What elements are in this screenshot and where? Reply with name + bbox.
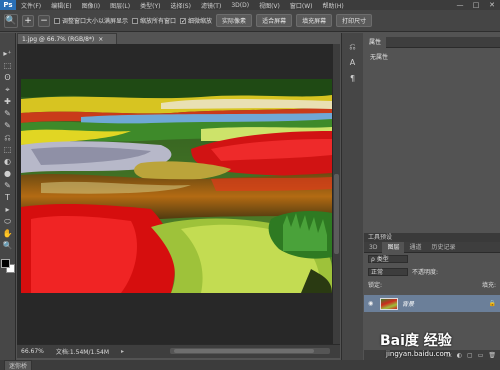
hand-tool-icon[interactable]: ✋ [2,229,14,239]
menu-3d[interactable]: 3D(D) [226,2,254,9]
tab-properties[interactable]: 属性 [364,36,387,48]
quick-select-tool-icon[interactable]: ⌖ [2,85,14,95]
bottom-panel-bar: 迷你桥 [0,359,500,370]
checkbox-icon[interactable] [54,17,60,24]
menu-filter[interactable]: 滤镜(T) [196,1,226,10]
document-size-info: 文档:1.54M/1.54M [55,349,110,356]
menu-view[interactable]: 视图(V) [254,1,285,10]
no-properties-text: 无属性 [370,54,389,61]
zoom-in-icon[interactable]: + [22,14,34,27]
vertical-scrollbar[interactable] [333,44,340,344]
history-panel-icon[interactable]: ⎌ [346,41,360,53]
menu-layer[interactable]: 图层(L) [105,1,135,10]
menu-file[interactable]: 文件(F) [16,1,46,10]
zoom-all-windows-checkbox[interactable]: 缩放所有窗口 [132,16,176,25]
scrollbar-thumb[interactable] [174,349,314,353]
tab-3d[interactable]: 3D [364,242,382,253]
paragraph-panel-icon[interactable]: ¶ [346,73,360,85]
pen-tool-icon[interactable]: ✎ [2,181,14,191]
scrubby-zoom-checkbox[interactable]: ✓ 细微缩放 [180,16,212,25]
shape-tool-icon[interactable]: ⬭ [2,217,14,227]
properties-panel: 属性 无属性 [364,36,500,193]
character-panel-icon[interactable]: A [346,57,360,69]
flower-garden-photo [21,79,332,293]
minimize-icon[interactable]: — [452,0,468,10]
menu-image[interactable]: 图像(I) [77,1,105,10]
brush-tool-icon[interactable]: ⎌ [2,133,14,143]
actual-pixels-button[interactable]: 实际像素 [216,14,253,27]
layer-background[interactable]: ◉ 背景 🔒 [364,295,500,312]
right-panels: 属性 无属性 工具预设 3D 图层 通道 历史记录 ρ 类型 正常 不透明度: … [364,33,500,360]
clone-stamp-tool-icon[interactable]: ⬚ [2,145,14,155]
zoom-level[interactable]: 66.67% [21,348,44,355]
close-tab-icon[interactable]: × [98,36,103,43]
foreground-color-swatch[interactable] [0,259,10,268]
type-tool-icon[interactable]: T [2,193,14,203]
document-image[interactable] [21,79,332,293]
scrollbar-thumb[interactable] [334,174,339,254]
watermark-brand: Bai度 经验 [380,333,452,349]
eyedropper-tool-icon[interactable]: ✎ [2,109,14,119]
document-tab[interactable]: 1.jpg @ 66.7% (RGB/8*) × [17,33,117,44]
marquee-tool-icon[interactable]: ⬚ [2,61,14,71]
layers-tab-bar: 3D 图层 通道 历史记录 [364,241,500,253]
collapsed-panel-strip: ⎌ A ¶ [341,33,363,360]
watermark-url: jingyan.baidu.com [386,350,451,358]
resize-windows-checkbox[interactable]: 调整窗口大小以满屏显示 [54,16,128,25]
layer-name: 背景 [402,301,415,308]
healing-brush-tool-icon[interactable]: ✎ [2,121,14,131]
layer-kind-filter[interactable]: ρ 类型 [368,255,408,263]
menu-type[interactable]: 类型(Y) [135,1,165,10]
tab-channels[interactable]: 通道 [404,242,426,253]
blend-mode-select[interactable]: 正常 [368,267,408,276]
menu-bar: Ps 文件(F) 编辑(E) 图像(I) 图层(L) 类型(Y) 选择(S) 滤… [0,0,500,10]
path-select-tool-icon[interactable]: ▸ [2,205,14,215]
options-bar: 🔍 + − 调整窗口大小以满屏显示 缩放所有窗口 ✓ 细微缩放 实际像素 适合屏… [0,10,500,32]
photoshop-logo-icon: Ps [0,0,16,10]
lock-label: 锁定: [368,282,383,289]
layer-thumbnail [380,297,398,310]
close-icon[interactable]: ✕ [484,0,500,10]
checkmark-icon[interactable]: ✓ [180,17,186,24]
tab-layers[interactable]: 图层 [382,241,405,253]
document-tab-title: 1.jpg @ 66.7% (RGB/8*) [22,35,95,43]
history-brush-tool-icon[interactable]: ◐ [2,157,14,167]
zoom-tool-icon[interactable]: 🔍 [2,241,14,251]
move-tool-icon[interactable]: ▸⁺ [2,49,14,59]
menu-help[interactable]: 帮助(H) [318,1,349,10]
fill-label: 填充: [481,282,496,289]
menu-select[interactable]: 选择(S) [165,1,196,10]
visibility-eye-icon[interactable]: ◉ [368,300,376,307]
maximize-icon[interactable]: □ [468,0,484,10]
tab-history[interactable]: 历史记录 [426,242,460,253]
zoom-out-icon[interactable]: − [38,14,50,27]
menu-window[interactable]: 窗口(W) [285,1,318,10]
tools-panel: ▸⁺ ⬚ ʘ ⌖ ✚ ✎ ✎ ⎌ ⬚ ◐ ● ✎ T ▸ ⬭ ✋ 🔍 [0,33,16,361]
crop-tool-icon[interactable]: ✚ [2,97,14,107]
eraser-tool-icon[interactable]: ● [2,169,14,179]
color-swatches[interactable] [0,259,15,273]
status-menu-arrow-icon[interactable]: ▸ [121,348,124,355]
baidu-jingyan-watermark: Bai度 经验 jingyan.baidu.com [380,330,498,360]
print-size-button[interactable]: 打印尺寸 [336,14,373,27]
fit-screen-button[interactable]: 适合屏幕 [256,14,293,27]
zoom-tool-preset-icon[interactable]: 🔍 [4,13,18,28]
mini-bridge-tab[interactable]: 迷你桥 [4,359,33,370]
fill-screen-button[interactable]: 填充屏幕 [296,14,333,27]
checkbox-icon[interactable] [132,17,139,24]
window-controls: — □ ✕ [452,0,500,10]
menu-edit[interactable]: 编辑(E) [46,1,76,10]
lasso-tool-icon[interactable]: ʘ [2,73,14,83]
lock-icon: 🔒 [488,300,496,307]
opacity-label: 不透明度: [412,269,439,276]
properties-tab-bar: 属性 [364,36,500,48]
horizontal-scrollbar[interactable] [170,348,330,354]
